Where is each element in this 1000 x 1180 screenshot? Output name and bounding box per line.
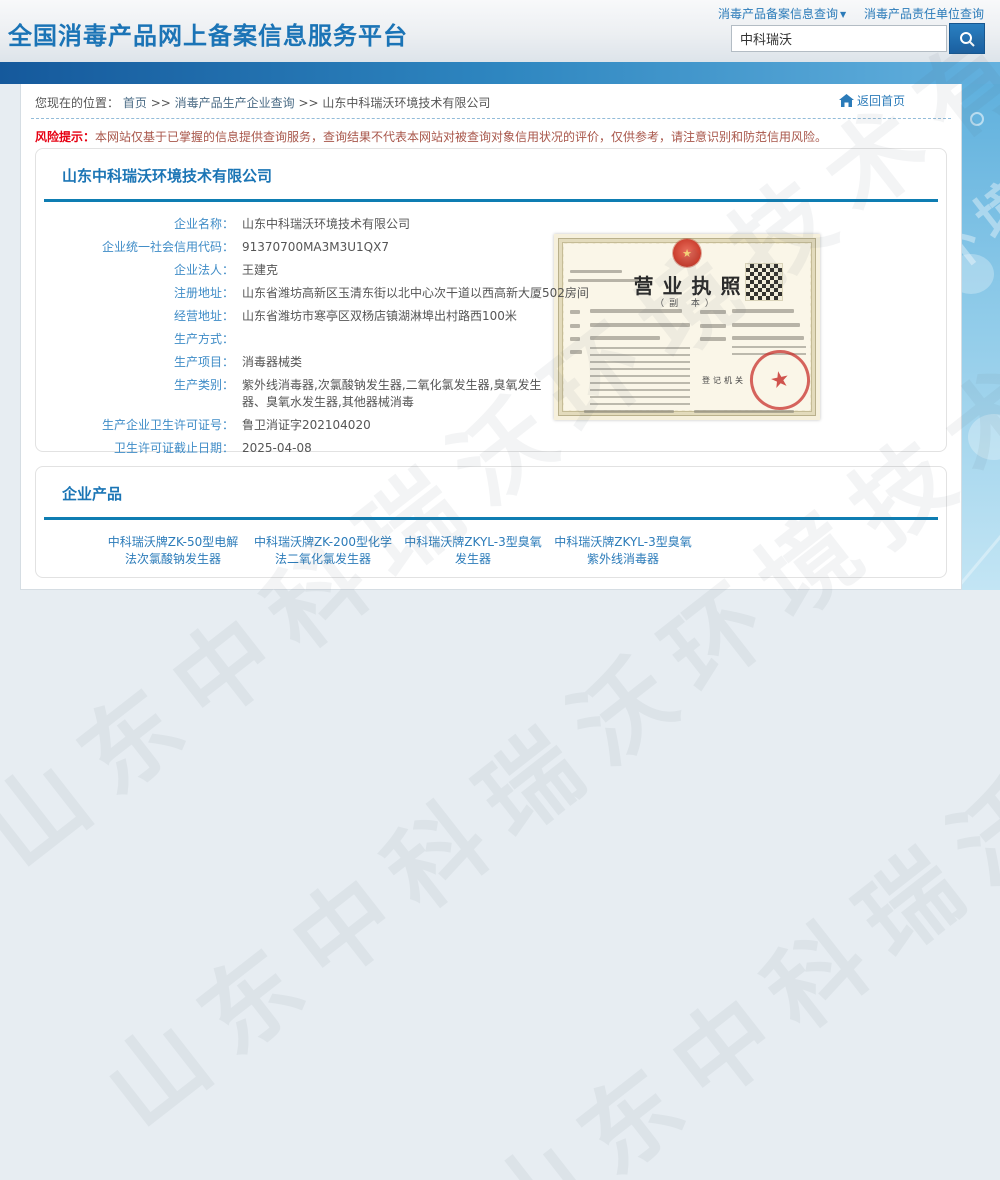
- title-rule: [44, 199, 938, 202]
- breadcrumb-prefix: 您现在的位置：: [35, 96, 119, 110]
- search-icon: [958, 30, 976, 48]
- breadcrumb-home[interactable]: 首页: [123, 96, 147, 110]
- product-link[interactable]: 中科瑞沃牌ZKYL-3型臭氧紫外线消毒器: [552, 534, 694, 568]
- risk-notice: 风险提示：本网站仅基于已掌握的信息提供查询服务，查询结果不代表本网站对被查询对象…: [35, 128, 827, 145]
- product-link[interactable]: 中科瑞沃牌ZK-200型化学法二氧化氯发生器: [252, 534, 394, 568]
- breadcrumb-sep: >>: [151, 96, 171, 110]
- field-row-credit-code: 企业统一社会信用代码：91370700MA3M3U1QX7: [46, 239, 946, 256]
- molecule-ring: [970, 112, 984, 126]
- breadcrumb: 您现在的位置： 首页 >> 消毒产品生产企业查询 >> 山东中科瑞沃环境技术有限…: [35, 94, 490, 111]
- company-info-panel: 山东中科瑞沃环境技术有限公司 企业名称：山东中科瑞沃环境技术有限公司 企业统一社…: [35, 148, 947, 452]
- product-link[interactable]: 中科瑞沃牌ZK-50型电解法次氯酸钠发生器: [102, 534, 244, 568]
- products-panel: 企业产品 中科瑞沃牌ZK-50型电解法次氯酸钠发生器 中科瑞沃牌ZK-200型化…: [35, 466, 947, 578]
- product-link[interactable]: 中科瑞沃牌ZKYL-3型臭氧发生器: [402, 534, 544, 568]
- products-title: 企业产品: [36, 467, 946, 504]
- company-title: 山东中科瑞沃环境技术有限公司: [36, 149, 946, 186]
- field-row-registered-address: 注册地址：山东省潍坊高新区玉清东街以北中心次干道以西高新大厦502房间: [46, 285, 946, 302]
- back-home-label: 返回首页: [857, 92, 905, 109]
- site-title: 全国消毒产品网上备案信息服务平台: [8, 16, 408, 51]
- breadcrumb-sep: >>: [298, 96, 318, 110]
- main-content: 您现在的位置： 首页 >> 消毒产品生产企业查询 >> 山东中科瑞沃环境技术有限…: [20, 84, 962, 590]
- field-row-name: 企业名称：山东中科瑞沃环境技术有限公司: [46, 216, 946, 233]
- product-list: 中科瑞沃牌ZK-50型电解法次氯酸钠发生器 中科瑞沃牌ZK-200型化学法二氧化…: [102, 534, 946, 568]
- caret-down-icon: ▼: [840, 10, 846, 19]
- field-row-production-category: 生产类别：紫外线消毒器,次氯酸钠发生器,二氧化氯发生器,臭氧发生器、臭氧水发生器…: [46, 377, 946, 411]
- nav-link-unit-query[interactable]: 消毒产品责任单位查询: [864, 7, 984, 21]
- field-row-license-expiry: 卫生许可证截止日期：2025-04-08: [46, 440, 946, 457]
- field-row-legal-person: 企业法人：王建克: [46, 262, 946, 279]
- company-fields: 企业名称：山东中科瑞沃环境技术有限公司 企业统一社会信用代码：91370700M…: [36, 216, 946, 457]
- risk-text: 本网站仅基于已掌握的信息提供查询服务，查询结果不代表本网站对被查询对象信用状况的…: [95, 130, 827, 144]
- header-band: [0, 62, 1000, 84]
- field-row-business-address: 经营地址：山东省潍坊市寒亭区双杨店镇湖淋埠出村路西100米: [46, 308, 946, 325]
- search-input[interactable]: [731, 25, 947, 52]
- risk-label: 风险提示：: [35, 130, 95, 144]
- field-row-license-number: 生产企业卫生许可证号：鲁卫消证字202104020: [46, 417, 946, 434]
- molecule-blob: [962, 254, 994, 294]
- products-rule: [44, 517, 938, 520]
- molecule-stick: [962, 517, 1000, 590]
- breadcrumb-section[interactable]: 消毒产品生产企业查询: [175, 96, 295, 110]
- molecule-blob: [968, 414, 1000, 460]
- back-home-link[interactable]: 返回首页: [839, 92, 905, 109]
- right-decor-strip: 环境技术: [962, 84, 1000, 590]
- home-icon: [839, 94, 854, 107]
- field-row-production-mode: 生产方式：: [46, 331, 946, 348]
- field-row-production-project: 生产项目：消毒器械类: [46, 354, 946, 371]
- nav-link-filing-query[interactable]: 消毒产品备案信息查询▼: [718, 7, 846, 21]
- breadcrumb-current: 山东中科瑞沃环境技术有限公司: [322, 96, 490, 110]
- dashed-divider: [31, 118, 951, 119]
- search-bar: [731, 23, 985, 54]
- top-nav: 消毒产品备案信息查询▼ 消毒产品责任单位查询: [704, 5, 984, 22]
- search-button[interactable]: [949, 23, 985, 54]
- page-header: 全国消毒产品网上备案信息服务平台 消毒产品备案信息查询▼ 消毒产品责任单位查询: [0, 0, 1000, 62]
